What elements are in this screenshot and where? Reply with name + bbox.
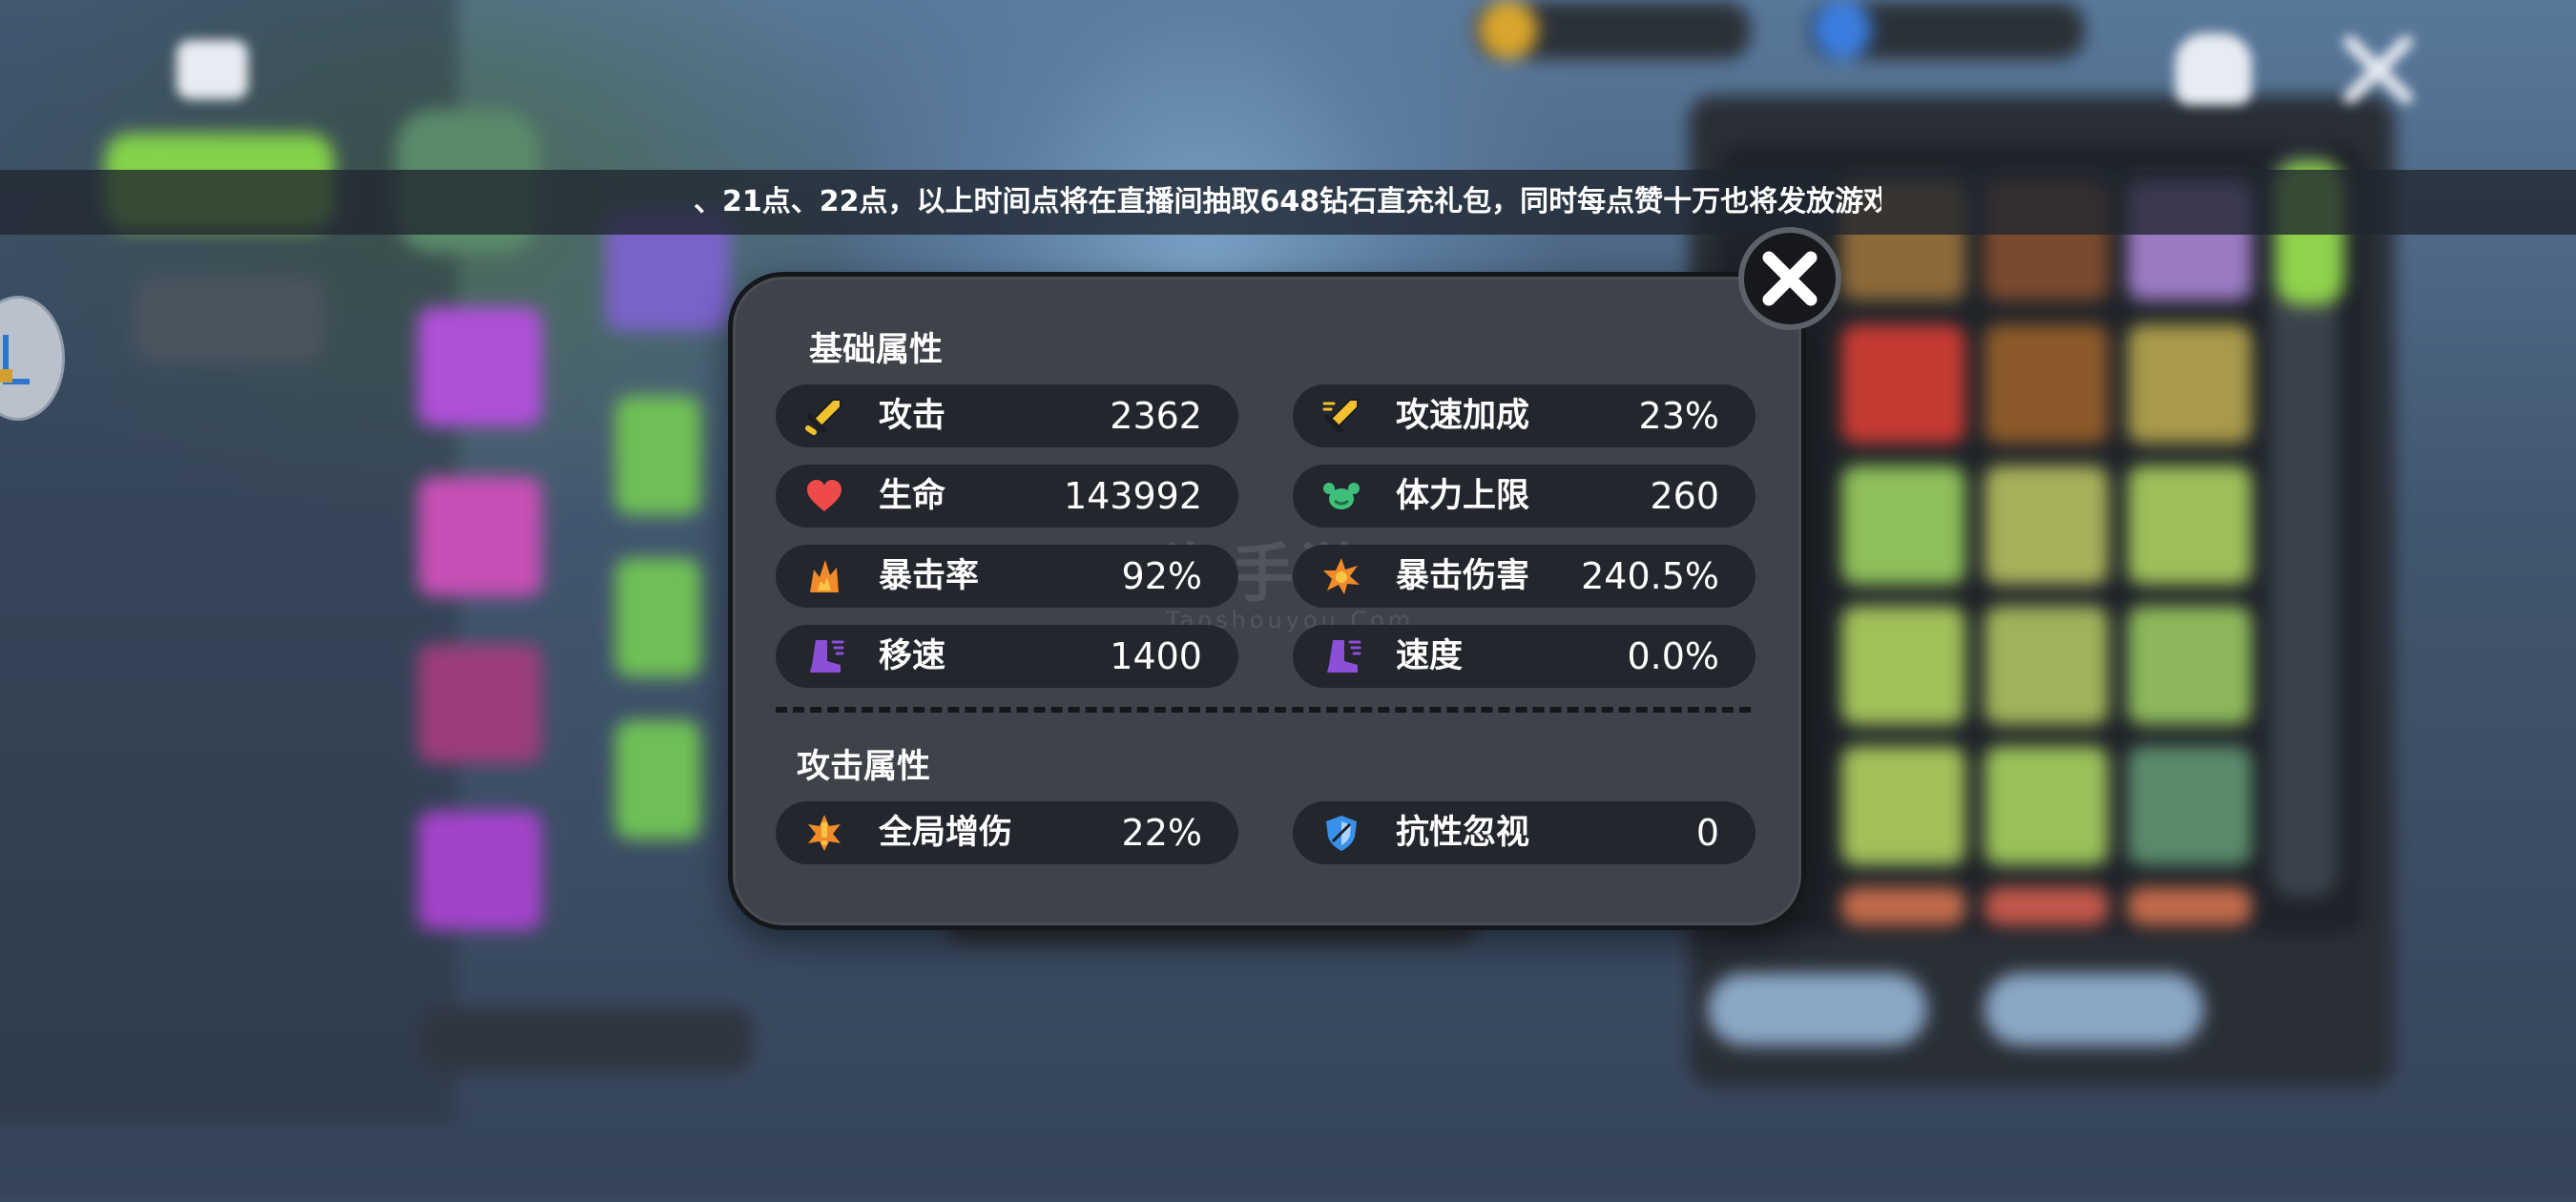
stat-value: 260	[1650, 475, 1719, 517]
stat-label: 移速	[879, 637, 946, 675]
stat-value: 0	[1695, 812, 1719, 854]
bg-dark-tab	[134, 277, 324, 363]
heart-icon	[807, 480, 841, 511]
stat-value: 240.5%	[1581, 555, 1719, 597]
damage-boost-icon	[808, 815, 841, 851]
exit-icon[interactable]	[2342, 35, 2414, 104]
stat-value: 23%	[1638, 395, 1719, 437]
bg-item-slot	[2128, 324, 2252, 444]
avatar-icon[interactable]	[177, 40, 248, 99]
bg-item-slot	[2128, 887, 2252, 925]
bg-item-slot	[2128, 466, 2252, 585]
mail-icon[interactable]	[2175, 33, 2252, 105]
bg-item-slot	[418, 477, 542, 596]
bg-item-slot	[1841, 887, 1965, 925]
crit-rate-icon	[810, 560, 839, 592]
bg-item-slot	[615, 720, 701, 839]
bg-item-slot	[2128, 606, 2252, 725]
stat-crit-damage: 暴击伤害 240.5%	[1293, 545, 1755, 608]
shield-icon	[1326, 816, 1357, 851]
marquee-text: 、21点、22点，以上时间点将在直播间抽取648钻石直充礼包，同时每点赞十万也将…	[694, 185, 1881, 218]
bg-button-right	[1984, 973, 2204, 1046]
stat-attack: 攻击 2362	[776, 384, 1238, 447]
bg-item-slot	[2128, 746, 2252, 865]
bg-item-slot	[418, 307, 542, 426]
stat-value: 22%	[1121, 812, 1202, 854]
attack-speed-icon	[1322, 399, 1359, 433]
section-divider	[776, 707, 1751, 713]
stat-label: 全局增伤	[879, 814, 1013, 852]
stat-label: 体力上限	[1396, 477, 1530, 515]
bg-item-slot	[615, 396, 701, 515]
stat-label: 抗性忽视	[1396, 814, 1530, 852]
stat-value: 1400	[1110, 635, 1202, 677]
bg-item-slot	[418, 811, 542, 930]
bg-button-left	[1708, 973, 1927, 1046]
bg-item-slot	[1984, 887, 2109, 925]
bg-item-slot	[1984, 324, 2109, 444]
stat-attack-speed: 攻速加成 23%	[1293, 384, 1755, 447]
boot-speed-icon	[1327, 640, 1361, 673]
stat-label: 速度	[1396, 637, 1464, 675]
basic-attributes-title: 基础属性	[809, 331, 944, 369]
stat-value: 0.0%	[1627, 635, 1719, 677]
bg-item-slot	[1984, 746, 2109, 865]
bg-bottom-pill	[420, 1006, 754, 1073]
bg-item-slot	[1841, 606, 1965, 725]
announcement-marquee: 、21点、22点，以上时间点将在直播间抽取648钻石直充礼包，同时每点赞十万也将…	[0, 170, 2576, 235]
stat-stamina-cap: 体力上限 260	[1293, 465, 1755, 528]
boot-icon	[810, 640, 844, 673]
bg-coin-icon	[1479, 0, 1538, 59]
bg-item-slot	[1984, 606, 2109, 725]
stat-global-damage: 全局增伤 22%	[776, 801, 1238, 864]
close-button[interactable]	[1738, 227, 1841, 330]
muscle-icon	[1323, 483, 1360, 509]
stat-value: 143992	[1063, 475, 1202, 517]
stat-resist-ignore: 抗性忽视 0	[1293, 801, 1755, 864]
stat-move-speed: 移速 1400	[776, 625, 1238, 688]
attack-attributes-title: 攻击属性	[797, 748, 931, 786]
bg-item-slot	[1984, 466, 2109, 585]
sword-icon	[805, 399, 841, 435]
bg-item-slot	[1841, 746, 1965, 865]
bg-item-slot	[615, 558, 701, 677]
stat-label: 暴击伤害	[1396, 557, 1530, 595]
bg-item-slot	[418, 644, 542, 763]
close-icon	[1762, 251, 1818, 306]
bg-item-slot	[1841, 324, 1965, 444]
stat-value: 92%	[1121, 555, 1202, 597]
bg-gem-icon	[1813, 0, 1872, 59]
stat-label: 生命	[879, 477, 946, 515]
stat-hp: 生命 143992	[776, 465, 1238, 528]
stat-label: 暴击率	[879, 557, 980, 595]
stat-value: 2362	[1110, 395, 1202, 437]
stat-speed: 速度 0.0%	[1293, 625, 1755, 688]
crit-damage-icon	[1323, 558, 1360, 594]
stat-crit-rate: 暴击率 92%	[776, 545, 1238, 608]
stat-label: 攻击	[879, 397, 946, 435]
bg-item-slot	[1841, 466, 1965, 585]
stat-label: 攻速加成	[1396, 397, 1530, 435]
